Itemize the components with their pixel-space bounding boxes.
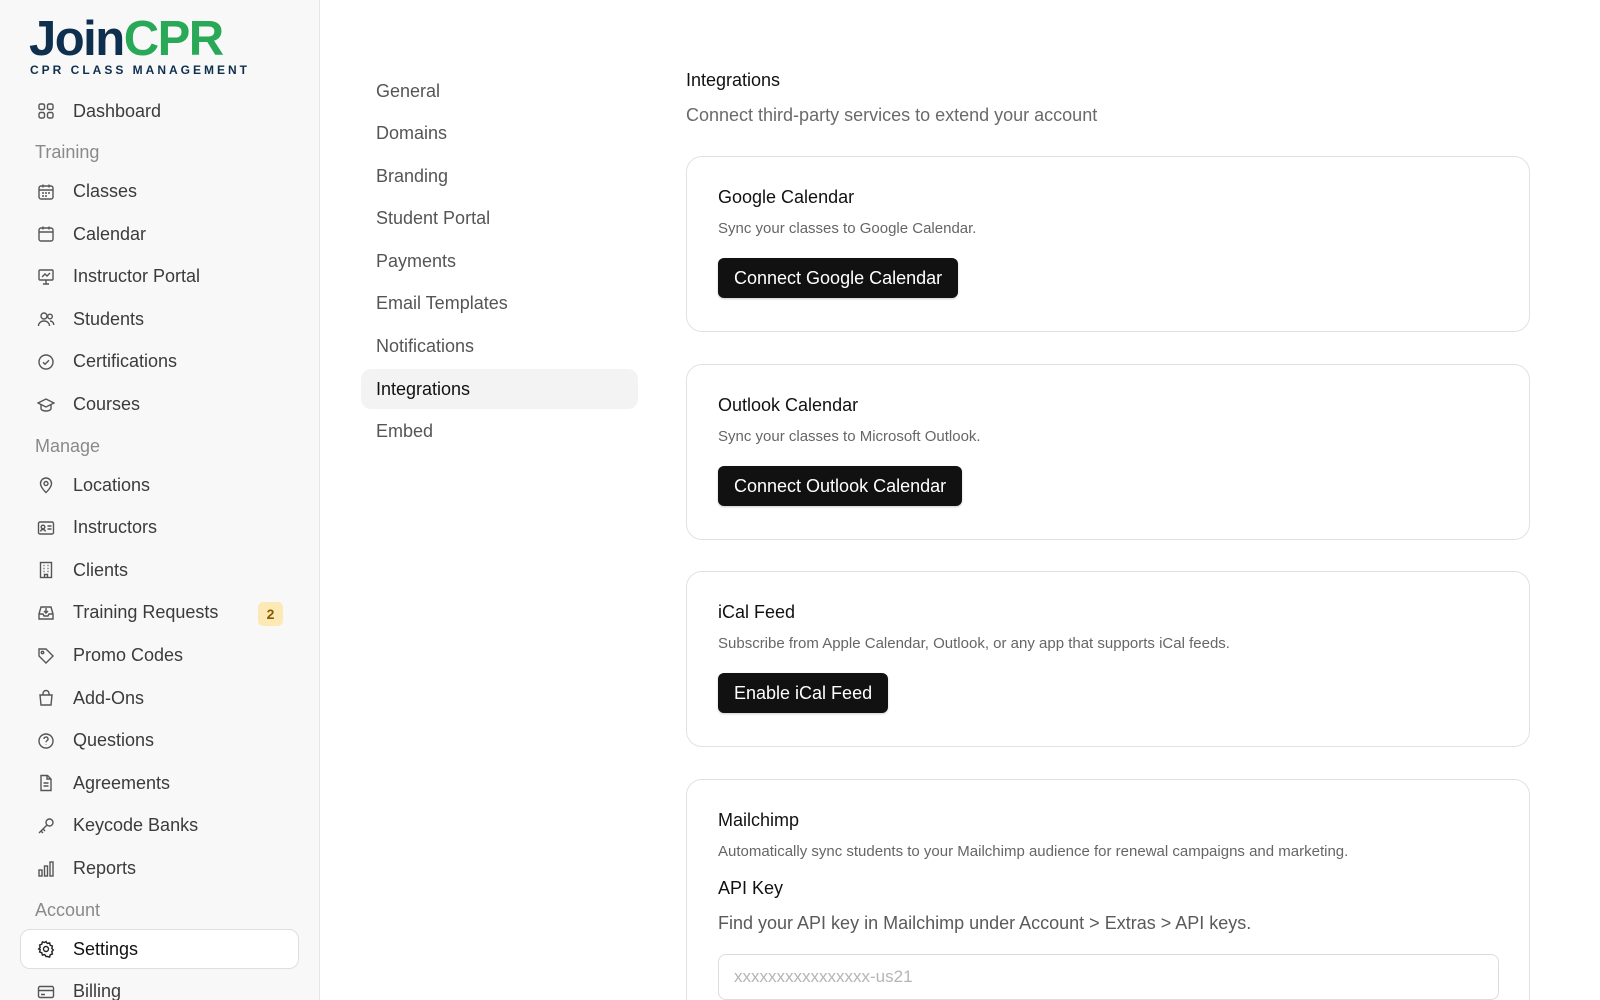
sidebar-item-label: Instructors (73, 517, 158, 538)
sidebar-item-clients[interactable]: Clients (20, 550, 299, 590)
settings-tab-domains[interactable]: Domains (361, 114, 638, 154)
sidebar-item-label: Dashboard (73, 100, 162, 121)
check-circle-icon (37, 353, 55, 371)
integrations-panel: Integrations Connect third-party service… (686, 70, 1530, 1000)
main-nav: Dashboard Training Classes Calendar Inst… (20, 91, 299, 1000)
sidebar-item-label: Courses (73, 394, 141, 415)
settings-tab-email-templates[interactable]: Email Templates (361, 284, 638, 324)
card-description: Subscribe from Apple Calendar, Outlook, … (718, 635, 1230, 652)
card-title: iCal Feed (718, 602, 796, 622)
grid-icon (37, 102, 55, 120)
settings-tab-payments[interactable]: Payments (361, 241, 638, 281)
sidebar-item-label: Students (73, 308, 145, 329)
ical-feed-card: iCal Feed Subscribe from Apple Calendar,… (686, 571, 1530, 747)
training-requests-count-badge: 2 (258, 601, 283, 626)
sidebar-item-dashboard[interactable]: Dashboard (20, 91, 299, 131)
brand-logo[interactable]: JoinCPR CPR CLASS MANAGEMENT (29, 14, 250, 77)
sidebar-item-settings[interactable]: Settings (20, 929, 299, 970)
sidebar-item-training-requests[interactable]: Training Requests 2 (20, 593, 299, 633)
sidebar-item-classes[interactable]: Classes (20, 172, 299, 212)
brand-tagline: CPR CLASS MANAGEMENT (30, 63, 251, 77)
outlook-calendar-card: Outlook Calendar Sync your classes to Mi… (686, 364, 1530, 540)
settings-nav: General Domains Branding Student Portal … (361, 71, 638, 454)
calendar-grid-icon (37, 183, 55, 201)
sidebar-item-label: Locations (73, 474, 151, 495)
sidebar-item-certifications[interactable]: Certifications (20, 342, 299, 382)
brand-wordmark: JoinCPR (29, 12, 224, 66)
card-description: Automatically sync students to your Mail… (718, 843, 1349, 860)
sidebar: JoinCPR CPR CLASS MANAGEMENT Dashboard T… (0, 0, 320, 1000)
settings-tab-notifications[interactable]: Notifications (361, 327, 638, 367)
sidebar-item-instructor-portal[interactable]: Instructor Portal (20, 257, 299, 297)
sidebar-item-reports[interactable]: Reports (20, 849, 299, 889)
sidebar-item-label: Clients (73, 559, 129, 580)
page-title: Integrations (686, 70, 781, 90)
file-icon (37, 774, 55, 792)
sidebar-item-questions[interactable]: Questions (20, 721, 299, 761)
tag-icon (37, 647, 55, 665)
help-circle-icon (37, 732, 55, 750)
gear-icon (37, 940, 55, 959)
connect-google-calendar-button[interactable]: Connect Google Calendar (718, 258, 959, 298)
sidebar-item-label: Reports (73, 858, 137, 878)
settings-tab-general[interactable]: General (361, 71, 638, 111)
google-calendar-card: Google Calendar Sync your classes to Goo… (686, 156, 1530, 332)
sidebar-item-label: Settings (73, 938, 139, 959)
sidebar-item-label: Training Requests (73, 602, 219, 623)
card-description: Sync your classes to Google Calendar. (718, 220, 977, 237)
presentation-icon (37, 268, 55, 286)
sidebar-item-label: Instructor Portal (73, 266, 201, 287)
bar-chart-icon (37, 860, 55, 878)
card-description: Sync your classes to Microsoft Outlook. (718, 428, 981, 445)
sidebar-item-label: Add-Ons (73, 687, 145, 708)
credit-card-icon (37, 983, 55, 1000)
sidebar-section-training: Training (35, 142, 100, 163)
settings-tab-student-portal[interactable]: Student Portal (361, 199, 638, 239)
sidebar-item-courses[interactable]: Courses (20, 385, 299, 425)
key-icon (37, 817, 55, 835)
sidebar-item-label: Agreements (73, 772, 171, 793)
map-pin-icon (37, 476, 55, 494)
sidebar-item-add-ons[interactable]: Add-Ons (20, 678, 299, 718)
sidebar-item-label: Calendar (73, 223, 147, 244)
mailchimp-api-key-input[interactable] (718, 954, 1499, 1000)
sidebar-item-agreements[interactable]: Agreements (20, 763, 299, 803)
sidebar-item-label: Keycode Banks (73, 815, 199, 836)
sidebar-section-account: Account (35, 899, 101, 920)
sidebar-item-label: Certifications (73, 351, 178, 372)
sidebar-item-label: Billing (73, 981, 122, 1000)
sidebar-item-label: Promo Codes (73, 645, 184, 666)
sidebar-item-students[interactable]: Students (20, 299, 299, 339)
sidebar-item-calendar[interactable]: Calendar (20, 214, 299, 254)
graduation-cap-icon (37, 396, 55, 414)
card-title: Outlook Calendar (718, 395, 859, 415)
card-title: Google Calendar (718, 187, 855, 207)
calendar-icon (37, 225, 55, 243)
sidebar-item-label: Questions (73, 730, 155, 751)
users-icon (37, 310, 55, 328)
building-icon (37, 561, 55, 579)
mailchimp-card: Mailchimp Automatically sync students to… (686, 779, 1530, 1000)
sidebar-item-promo-codes[interactable]: Promo Codes (20, 636, 299, 676)
page-description: Connect third-party services to extend y… (686, 105, 1098, 125)
sidebar-item-locations[interactable]: Locations (20, 465, 299, 505)
api-key-help: Find your API key in Mailchimp under Acc… (718, 913, 1252, 933)
sidebar-item-keycode-banks[interactable]: Keycode Banks (20, 806, 299, 846)
sidebar-item-billing[interactable]: Billing (20, 972, 299, 1000)
settings-tab-integrations[interactable]: Integrations (361, 369, 638, 410)
enable-ical-feed-button[interactable]: Enable iCal Feed (718, 673, 889, 713)
sidebar-item-instructors[interactable]: Instructors (20, 508, 299, 548)
connect-outlook-calendar-button[interactable]: Connect Outlook Calendar (718, 466, 963, 506)
settings-tab-embed[interactable]: Embed (361, 412, 638, 452)
card-title: Mailchimp (718, 810, 800, 830)
inbox-icon (37, 604, 55, 622)
sidebar-item-label: Classes (73, 181, 138, 202)
settings-tab-branding[interactable]: Branding (361, 156, 638, 196)
sidebar-section-manage: Manage (35, 435, 101, 456)
id-card-icon (37, 519, 55, 537)
shopping-bag-icon (37, 689, 55, 707)
api-key-label: API Key (718, 878, 784, 898)
